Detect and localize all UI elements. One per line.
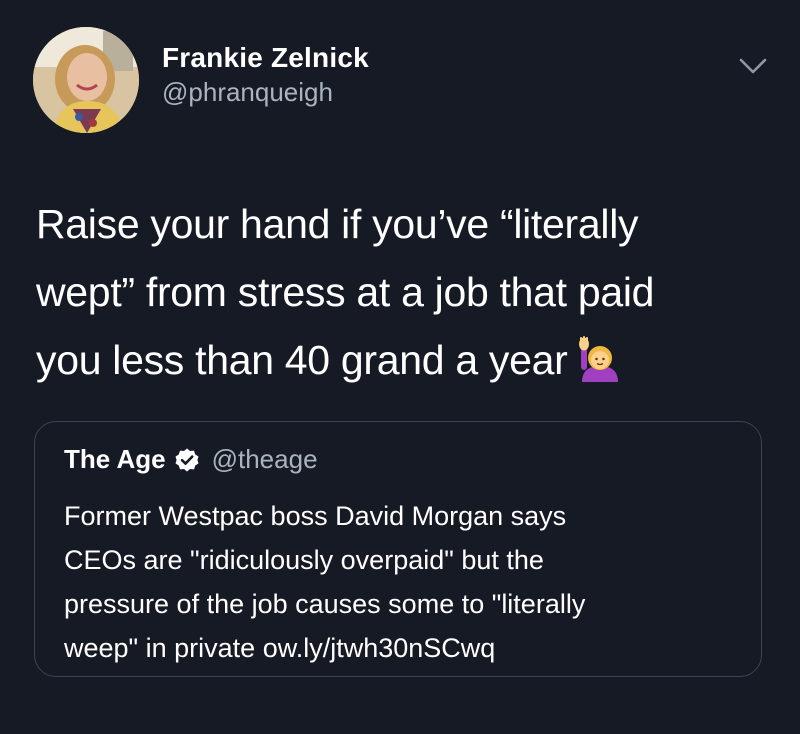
quoted-tweet-header: The Age @theage [64, 444, 318, 475]
quoted-text-line: weep" in private ow.ly/jtwh30nSCwq [64, 633, 496, 663]
avatar[interactable] [33, 27, 139, 133]
quoted-tweet-text: Former Westpac boss David Morgan says CE… [64, 494, 744, 670]
author-handle[interactable]: @phranqueigh [162, 75, 369, 109]
quoted-text-line: CEOs are "ridiculously overpaid" but the [64, 545, 544, 575]
author-display-name[interactable]: Frankie Zelnick [162, 40, 369, 76]
tweet-author[interactable]: Frankie Zelnick @phranqueigh [162, 40, 369, 109]
quoted-author-name[interactable]: The Age [64, 444, 166, 475]
tweet-text: Raise your hand if you’ve “literally wep… [36, 190, 756, 394]
quoted-text-line: Former Westpac boss David Morgan says [64, 501, 567, 531]
chevron-down-icon[interactable] [736, 52, 770, 80]
tweet-text-line: you less than 40 grand a year [36, 326, 756, 394]
avatar-image [33, 27, 139, 133]
tweet-text-line: Raise your hand if you’ve “literally [36, 201, 639, 247]
quoted-tweet[interactable]: The Age @theage Former Westpac boss Davi… [34, 421, 762, 677]
tweet-card: Frankie Zelnick @phranqueigh Raise your … [0, 0, 800, 734]
tweet-text-line: wept” from stress at a job that paid [36, 269, 655, 315]
verified-badge-icon [174, 447, 200, 473]
quoted-text-line: pressure of the job causes some to "lite… [64, 589, 586, 619]
quoted-author-handle[interactable]: @theage [212, 444, 318, 475]
person-raising-hand-emoji [576, 334, 622, 382]
